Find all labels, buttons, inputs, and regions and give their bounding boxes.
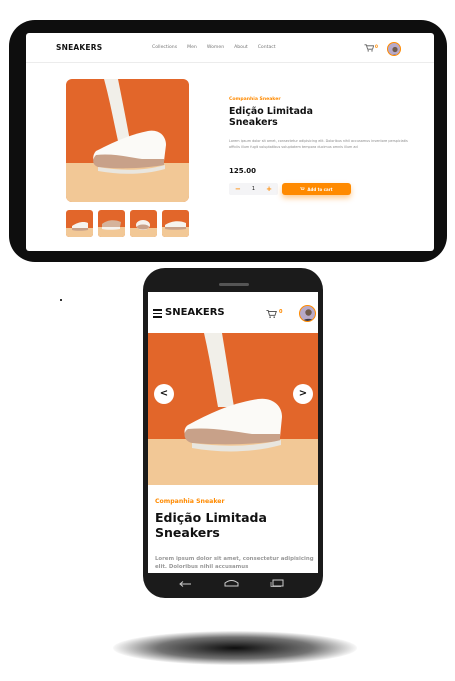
thumbnail-1[interactable] [66,210,93,237]
carousel-next-button[interactable]: > [293,384,313,404]
cart-icon[interactable] [266,309,278,319]
desktop-nav: Collections Men Women About Contact [152,45,276,50]
cart-count-badge: 0 [279,309,283,315]
thumbnail-2[interactable] [98,210,125,237]
quantity-stepper: − 1 + [229,183,278,195]
product-description: Lorem ipsum dolor sit amet, consectetur … [155,556,314,570]
add-to-cart-label: Add to cart [307,186,333,192]
product-thumbnails [66,210,189,237]
phone-nav-bar [148,573,318,595]
product-title: Edição Limitada Sneakers [155,510,267,540]
device-shadow [113,631,357,665]
thumbnail-3[interactable] [130,210,157,237]
product-description: Lorem ipsum dolor sit amet, consectetur … [229,139,408,149]
quantity-value: 1 [251,186,256,192]
company-label: Companhia Sneaker [155,498,225,505]
recents-icon[interactable] [270,579,284,587]
product-main-image[interactable] [66,79,189,202]
nav-link-contact[interactable]: Contact [258,45,276,50]
avatar[interactable] [299,305,316,322]
product-hero-image[interactable] [148,333,318,485]
mobile-logo[interactable]: SNEAKERS [165,307,225,318]
add-to-cart-button[interactable]: Add to cart [282,183,351,195]
thumbnail-4[interactable] [162,210,189,237]
menu-icon[interactable] [153,309,162,318]
phone-speaker [219,283,249,286]
cart-count-badge: 0 [375,44,378,49]
avatar[interactable] [387,42,401,56]
nav-link-about[interactable]: About [234,45,248,50]
plus-icon[interactable]: + [266,183,272,195]
minus-icon[interactable]: − [235,183,241,195]
nav-link-collections[interactable]: Collections [152,45,177,50]
desktop-header: SNEAKERS Collections Men Women About Con… [26,33,434,63]
phone-screen: SNEAKERS 0 < > Companhia Sneaker Edição … [148,292,318,573]
carousel-prev-button[interactable]: < [154,384,174,404]
desktop-logo[interactable]: SNEAKERS [56,43,102,52]
company-label: Companhia Sneaker [229,97,281,102]
nav-link-men[interactable]: Men [187,45,197,50]
nav-link-women[interactable]: Women [207,45,224,50]
cart-icon [300,187,306,190]
product-title: Edição Limitada Sneakers [229,106,313,128]
product-price: 125.00 [229,167,257,175]
stray-dot [60,299,62,301]
home-icon[interactable] [224,579,239,587]
stage: SNEAKERS Collections Men Women About Con… [0,0,455,681]
desktop-screen: SNEAKERS Collections Men Women About Con… [26,33,434,251]
back-icon[interactable] [178,579,192,587]
